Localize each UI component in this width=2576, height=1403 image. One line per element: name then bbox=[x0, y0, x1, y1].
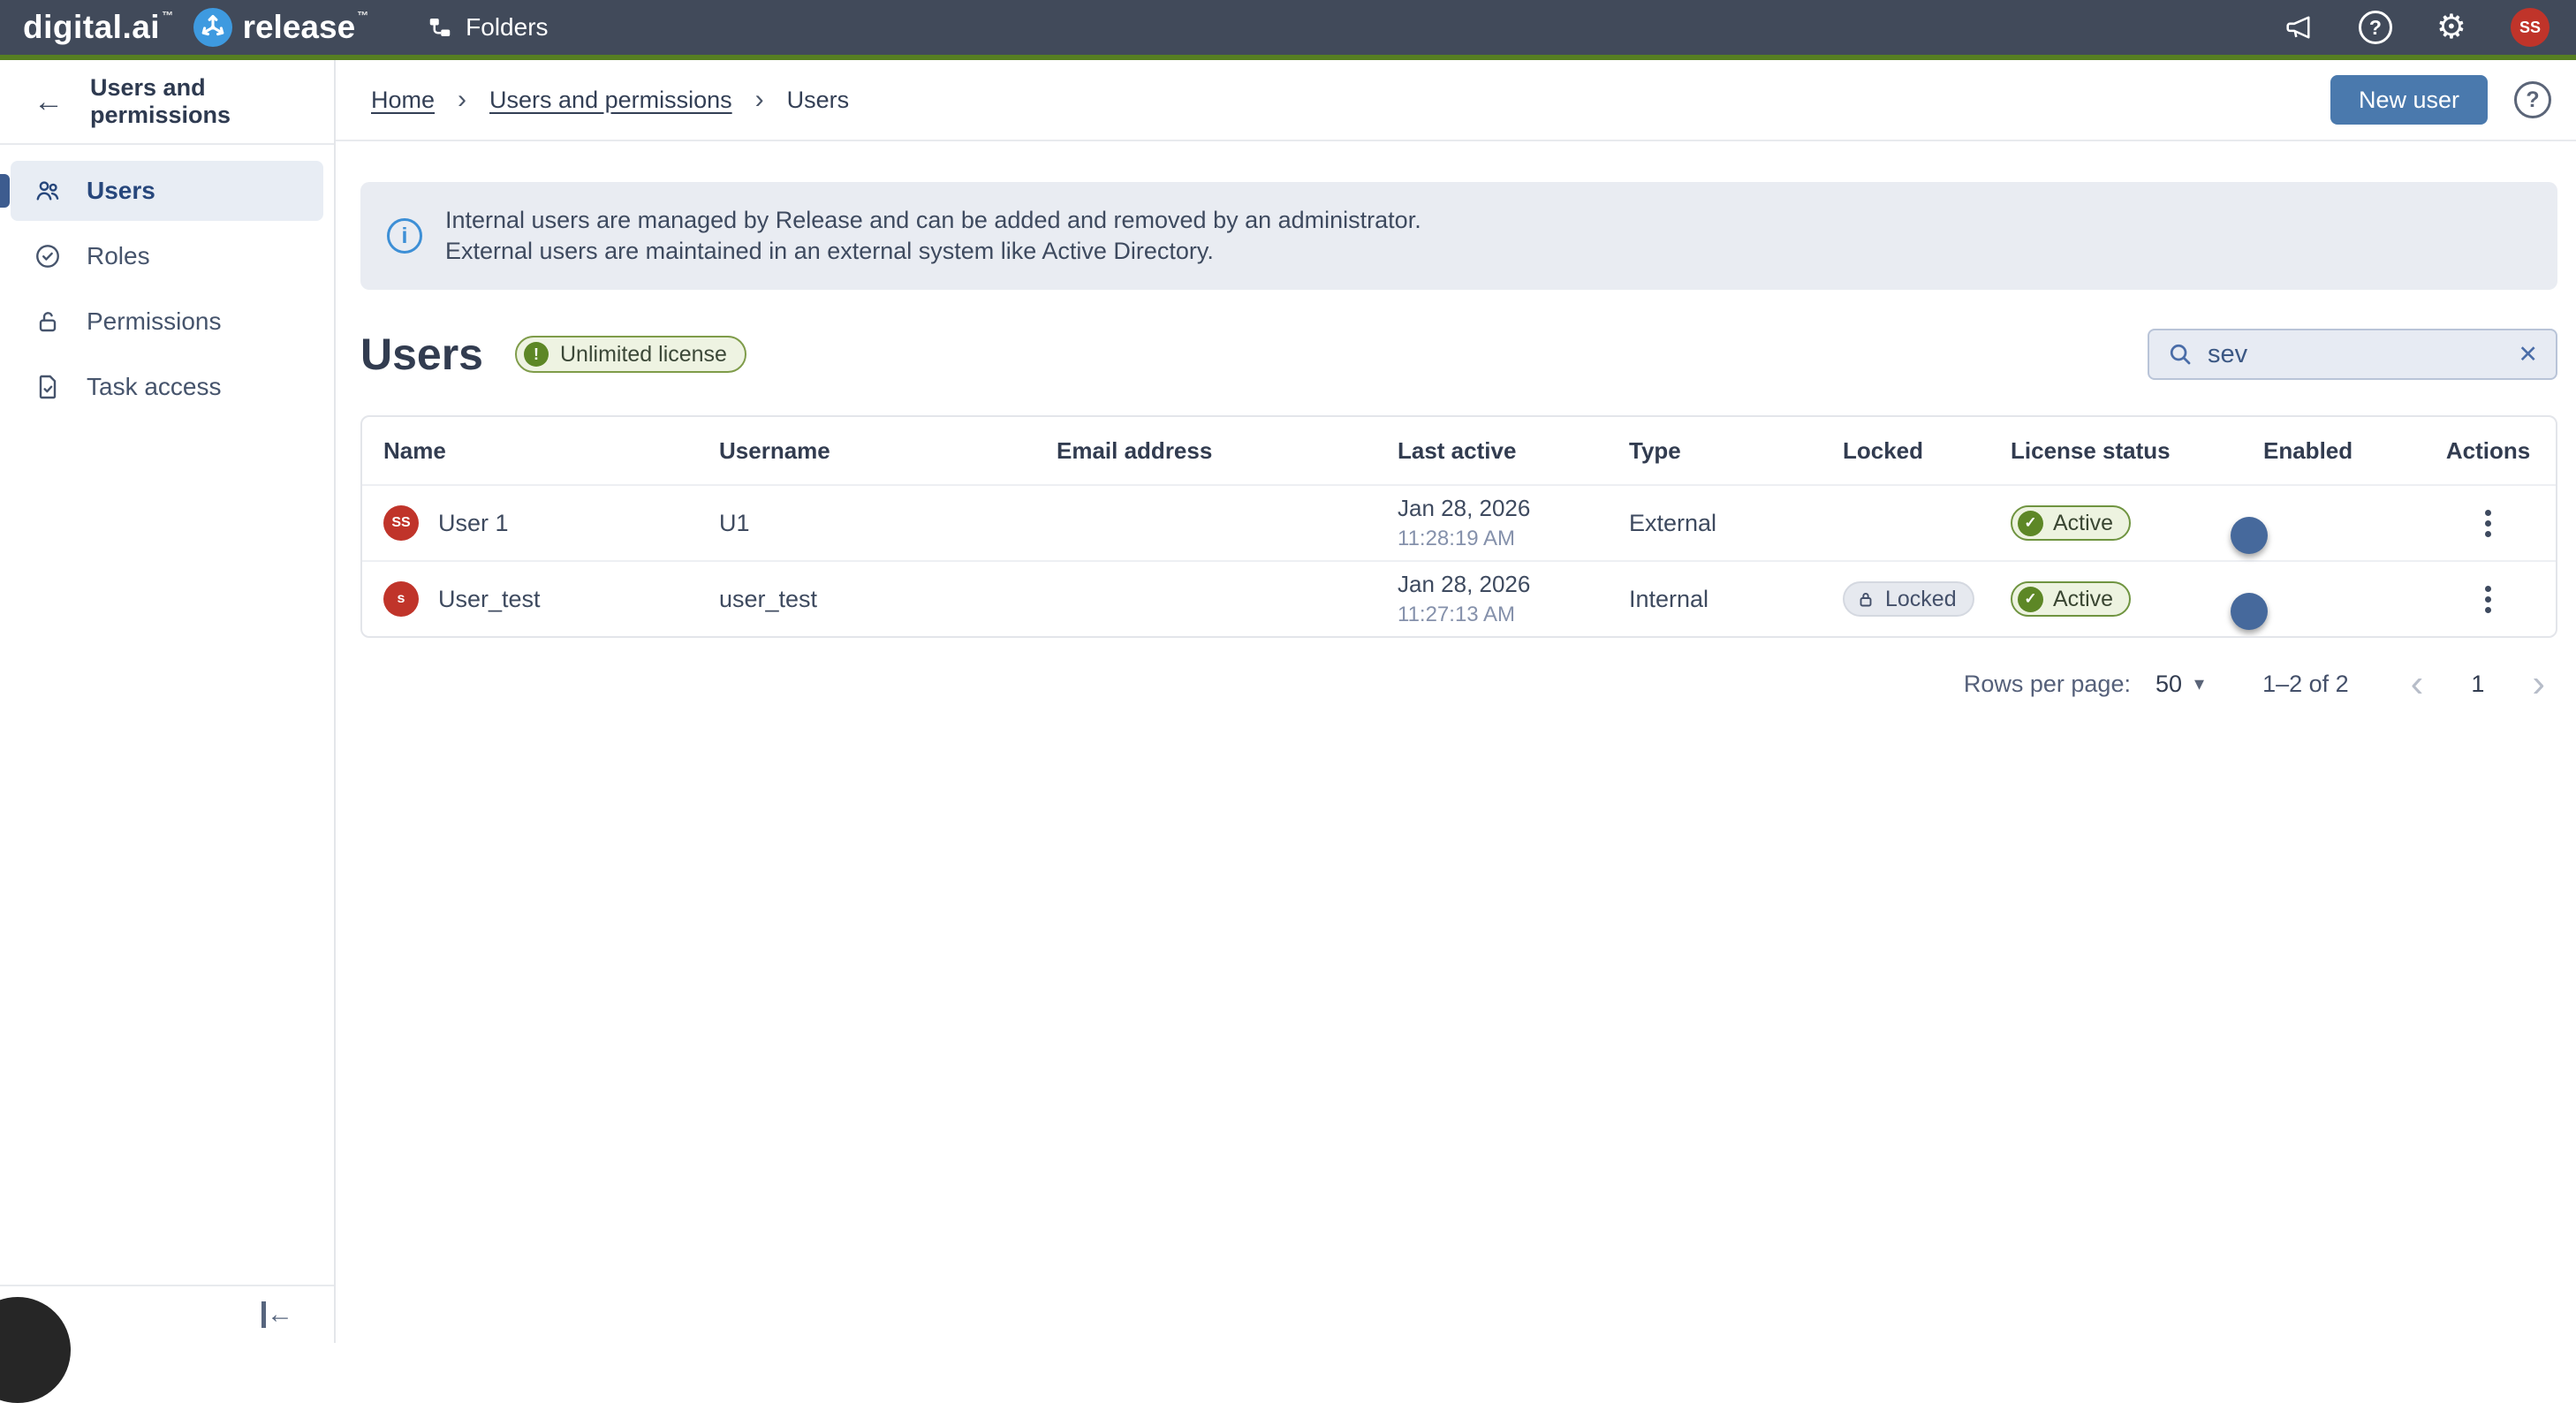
users-table: Name Username Email address Last active … bbox=[360, 415, 2557, 638]
users-icon bbox=[34, 177, 62, 205]
avatar: s bbox=[383, 581, 419, 617]
sidebar-item-label: Permissions bbox=[87, 307, 221, 336]
user-last-active: Jan 28, 2026 11:27:13 AM bbox=[1376, 571, 1608, 627]
user-type: Internal bbox=[1608, 586, 1822, 613]
sidebar-header: ← Users and permissions bbox=[0, 60, 334, 145]
settings-gear-icon[interactable]: ⚙ bbox=[2436, 11, 2466, 44]
toggle-knob bbox=[2231, 593, 2268, 630]
status-badge: ✓ Active bbox=[2011, 581, 2131, 617]
previous-page-icon[interactable]: ‹ bbox=[2411, 664, 2424, 703]
search-box: ✕ bbox=[2148, 329, 2557, 380]
sidebar-item-roles[interactable]: Roles bbox=[11, 226, 323, 286]
sidebar: ← Users and permissions Users Roles bbox=[0, 60, 336, 1343]
user-last-active: Jan 28, 2026 11:28:19 AM bbox=[1376, 495, 1608, 551]
avatar: SS bbox=[383, 505, 419, 541]
license-badge: ! Unlimited license bbox=[515, 336, 746, 373]
page-help-icon[interactable]: ? bbox=[2514, 81, 2551, 118]
folders-label: Folders bbox=[466, 13, 548, 42]
sidebar-item-label: Roles bbox=[87, 242, 150, 270]
chevron-right-icon: › bbox=[755, 85, 764, 115]
sidebar-nav: Users Roles Permissions bbox=[0, 145, 334, 433]
digitalai-logo: digital.ai™ bbox=[23, 9, 174, 46]
toggle-knob bbox=[2231, 517, 2268, 554]
user-username: U1 bbox=[698, 510, 1035, 537]
column-header-last-active[interactable]: Last active bbox=[1376, 437, 1608, 465]
title-row: Users ! Unlimited license ✕ bbox=[360, 329, 2557, 380]
sidebar-title: Users and permissions bbox=[90, 74, 316, 129]
folders-nav[interactable]: Folders bbox=[427, 13, 548, 42]
rows-per-page-label: Rows per page: bbox=[1964, 671, 2131, 698]
check-icon: ✓ bbox=[2018, 511, 2043, 536]
next-page-icon[interactable]: › bbox=[2532, 664, 2545, 703]
search-icon bbox=[2167, 341, 2193, 368]
user-type: External bbox=[1608, 510, 1822, 537]
table-row[interactable]: s User_test user_test Jan 28, 2026 11:27… bbox=[362, 560, 2556, 636]
new-user-button[interactable]: New user bbox=[2330, 75, 2488, 125]
column-header-license-status[interactable]: License status bbox=[1989, 437, 2242, 465]
collapse-sidebar-icon[interactable]: ← bbox=[261, 1301, 293, 1328]
info-banner: i Internal users are managed by Release … bbox=[360, 182, 2557, 290]
column-header-locked[interactable]: Locked bbox=[1822, 437, 1989, 465]
table-row[interactable]: SS User 1 U1 Jan 28, 2026 11:28:19 AM Ex… bbox=[362, 484, 2556, 560]
breadcrumb: Home › Users and permissions › Users New… bbox=[336, 60, 2576, 141]
column-header-actions: Actions bbox=[2421, 437, 2556, 465]
unlocked-padlock-icon bbox=[34, 307, 62, 336]
column-header-type[interactable]: Type bbox=[1608, 437, 1822, 465]
exclamation-icon: ! bbox=[524, 342, 549, 367]
chevron-right-icon: › bbox=[458, 85, 466, 115]
user-avatar[interactable]: SS bbox=[2511, 8, 2549, 47]
sidebar-item-permissions[interactable]: Permissions bbox=[11, 292, 323, 352]
sidebar-item-label: Task access bbox=[87, 373, 222, 401]
release-logo: release™ bbox=[193, 8, 369, 47]
info-icon: i bbox=[387, 218, 422, 254]
breadcrumb-home-link[interactable]: Home bbox=[371, 87, 435, 114]
breadcrumb-current: Users bbox=[787, 87, 850, 114]
check-icon: ✓ bbox=[2018, 587, 2043, 612]
row-actions-kebab-icon[interactable] bbox=[2476, 500, 2500, 547]
user-license-status: ✓ Active bbox=[1989, 505, 2242, 541]
locked-padlock-icon bbox=[1855, 588, 1876, 610]
license-badge-label: Unlimited license bbox=[560, 342, 727, 368]
table-header-row: Name Username Email address Last active … bbox=[362, 417, 2556, 484]
trademark-sign: ™ bbox=[162, 9, 174, 22]
user-name: User 1 bbox=[438, 510, 509, 537]
user-license-status: ✓ Active bbox=[1989, 581, 2242, 617]
caret-down-icon: ▾ bbox=[2194, 672, 2204, 695]
back-arrow-icon[interactable]: ← bbox=[34, 87, 64, 117]
row-actions-kebab-icon[interactable] bbox=[2476, 576, 2500, 623]
column-header-email[interactable]: Email address bbox=[1035, 437, 1376, 465]
user-name: User_test bbox=[438, 586, 541, 613]
column-header-name[interactable]: Name bbox=[362, 437, 698, 465]
release-icon bbox=[193, 8, 232, 47]
sidebar-item-users[interactable]: Users bbox=[11, 161, 323, 221]
current-page-number[interactable]: 1 bbox=[2471, 671, 2484, 698]
folders-icon bbox=[427, 14, 453, 41]
user-locked: Locked bbox=[1822, 581, 1989, 617]
info-banner-text: Internal users are managed by Release an… bbox=[445, 205, 1421, 267]
topbar: digital.ai™ release™ Folders ? ⚙ S bbox=[0, 0, 2576, 60]
breadcrumb-section-link[interactable]: Users and permissions bbox=[489, 87, 732, 114]
task-document-icon bbox=[34, 373, 62, 401]
announcements-icon[interactable] bbox=[2283, 11, 2315, 43]
user-username: user_test bbox=[698, 586, 1035, 613]
pagination: Rows per page: 50 ▾ 1–2 of 2 ‹ 1 › bbox=[360, 664, 2557, 703]
page-title: Users bbox=[360, 329, 483, 380]
release-wordmark: release™ bbox=[243, 9, 369, 46]
locked-badge: Locked bbox=[1843, 581, 1974, 617]
sidebar-item-task-access[interactable]: Task access bbox=[11, 357, 323, 417]
info-banner-line1: Internal users are managed by Release an… bbox=[445, 205, 1421, 236]
rows-per-page-select[interactable]: 50 ▾ bbox=[2156, 671, 2204, 698]
column-header-username[interactable]: Username bbox=[698, 437, 1035, 465]
search-input[interactable] bbox=[2206, 339, 2505, 370]
sidebar-item-label: Users bbox=[87, 177, 155, 205]
pagination-range: 1–2 of 2 bbox=[2262, 671, 2349, 698]
help-icon[interactable]: ? bbox=[2359, 11, 2392, 44]
status-badge: ✓ Active bbox=[2011, 505, 2131, 541]
info-banner-line2: External users are maintained in an exte… bbox=[445, 236, 1421, 267]
column-header-enabled[interactable]: Enabled bbox=[2242, 437, 2421, 465]
main-content: Home › Users and permissions › Users New… bbox=[336, 60, 2576, 1343]
roles-icon bbox=[34, 242, 62, 270]
clear-search-icon[interactable]: ✕ bbox=[2518, 341, 2538, 368]
